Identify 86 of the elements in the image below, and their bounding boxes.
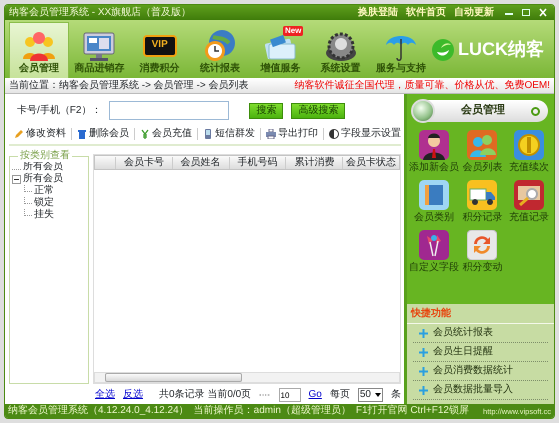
column-header[interactable]: 累计消费 <box>285 156 342 168</box>
logo-text: LUCK纳客 <box>458 39 544 61</box>
shortcut-item[interactable]: 充值记录 <box>506 180 552 224</box>
column-header[interactable]: 会员卡状态 <box>342 156 399 168</box>
column-header[interactable]: 会员姓名 <box>172 156 229 168</box>
search-label: 卡号/手机（F2）： <box>17 104 102 116</box>
truck-icon <box>467 180 498 210</box>
coin-icon <box>514 130 544 160</box>
yen-icon <box>140 129 150 139</box>
tree-item[interactable]: 所有会员 <box>23 173 63 185</box>
header-link[interactable]: 自动更新 <box>454 6 494 18</box>
status-text: 纳客会员管理系统（4.12.24.0_4.12.24） <box>8 405 189 417</box>
vip-label: VIP <box>152 40 168 50</box>
search-button[interactable]: 搜索 <box>249 102 284 118</box>
people-icon <box>467 130 498 160</box>
half-circle-icon <box>329 129 339 139</box>
new-tag: New <box>282 26 304 36</box>
toolbar-action[interactable]: 修改资料 <box>9 128 72 140</box>
quick-link[interactable]: 会员数据批量导入 <box>413 381 548 400</box>
page-field[interactable]: 10 <box>278 388 301 402</box>
quick-title: 快捷功能 <box>407 308 554 324</box>
cycle-arrows-icon <box>467 230 498 260</box>
horizontal-scrollbar[interactable] <box>94 372 400 383</box>
plus-icon <box>419 348 428 356</box>
plus-icon <box>419 328 428 338</box>
header-link[interactable]: 换肤登陆 <box>358 6 398 18</box>
globe-clock-icon <box>202 29 237 63</box>
panel-legend: 按类别查看 <box>18 150 72 162</box>
tree-item[interactable]: 锁定 <box>34 197 54 209</box>
quick-link[interactable]: 会员统计报表 <box>413 324 548 343</box>
select-link[interactable]: 全选 <box>95 389 115 401</box>
shortcut-item[interactable]: 会员列表 <box>459 130 506 174</box>
dropdown-arrow-icon <box>375 393 381 397</box>
search-field[interactable] <box>109 101 230 120</box>
toolbar-tab[interactable]: 商品进销存 <box>69 22 130 78</box>
record-summary: 共0条记录 当前0/0页 <box>159 389 252 401</box>
window-title: 纳客会员管理系统 - XX旗舰店（普及版） <box>9 6 192 18</box>
panel-header: 会员管理 <box>413 100 548 122</box>
tree-item[interactable]: 挂失 <box>34 209 54 221</box>
shortcut-item[interactable]: 充值续次 <box>506 130 552 174</box>
breadcrumb: 当前位置：纳客会员管理系统 -> 会员管理 -> 会员列表 <box>9 80 248 92</box>
column-header[interactable]: 手机号码 <box>228 156 286 168</box>
person-icon <box>419 130 449 160</box>
status-text: 当前操作员：admin（超级管理员） <box>194 405 351 417</box>
toolbar-action[interactable]: 删除会员 <box>72 128 135 140</box>
toolbar-tab[interactable]: VIP 消费积分 <box>130 22 190 78</box>
pager-arrows-icon[interactable] <box>259 391 271 399</box>
toolbar-tab[interactable]: 服务与支持 <box>370 22 431 78</box>
toolbar-tab[interactable]: 统计报表 <box>190 22 250 78</box>
toolbar-tab[interactable]: New 增值服务 <box>250 22 310 78</box>
per-page-select[interactable]: 50 <box>358 388 383 402</box>
toolbar-action[interactable]: 会员充值 <box>135 128 198 140</box>
maximize-icon[interactable] <box>519 7 533 18</box>
select-link[interactable]: 反选 <box>123 389 143 401</box>
toolbar-action[interactable]: 导出打印 <box>261 128 324 140</box>
per-page-label: 每页 <box>330 389 350 401</box>
shortcut-item[interactable]: 会员类别 <box>409 180 459 224</box>
toolbar-action[interactable]: 短信群发 <box>198 128 261 140</box>
pencil-icon <box>14 129 24 139</box>
trash-icon <box>77 129 87 139</box>
toolbar-tab[interactable]: 系统设置 <box>310 22 371 78</box>
unit-label: 条 <box>391 389 401 401</box>
shortcut-item[interactable]: 积分记录 <box>459 180 506 224</box>
toolbar-tab[interactable]: 会员管理 <box>9 22 70 78</box>
notice-text: 纳客软件诚征全国代理，质量可靠、价格从优、免费OEM! <box>294 80 550 92</box>
pins-icon <box>419 230 449 260</box>
shortcut-item[interactable]: 积分变动 <box>459 230 506 274</box>
book-icon <box>419 180 449 210</box>
go-link[interactable]: Go <box>308 389 322 401</box>
magnifier-icon <box>514 180 544 210</box>
plus-icon <box>419 386 428 394</box>
shortcut-item[interactable]: 添加新会员 <box>409 130 459 174</box>
shortcut-item[interactable]: 自定义字段 <box>409 230 459 274</box>
status-text: F1打开官网 Ctrl+F12锁屏 <box>356 405 469 417</box>
search-button[interactable]: 高级搜索 <box>291 102 346 118</box>
quick-link[interactable]: 会员消费数据统计 <box>413 362 548 381</box>
plus-icon <box>419 366 428 376</box>
collapse-icon[interactable] <box>12 174 21 184</box>
column-header[interactable]: 会员卡号 <box>115 156 172 168</box>
header-link[interactable]: 软件首页 <box>406 6 446 18</box>
phone-icon <box>203 129 213 139</box>
printer-icon <box>266 129 276 139</box>
quick-link[interactable]: 会员生日提醒 <box>413 343 548 362</box>
tree-item[interactable]: 正常 <box>34 185 54 197</box>
logo-icon <box>431 38 455 62</box>
people-icon <box>22 29 56 63</box>
